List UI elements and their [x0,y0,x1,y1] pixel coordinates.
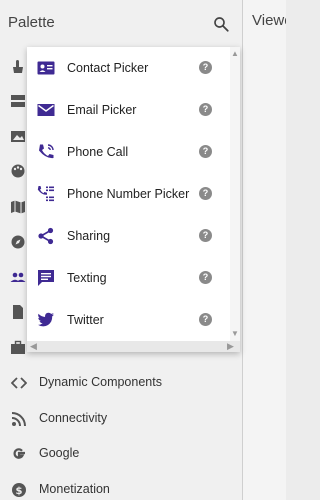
scroll-right-arrow[interactable]: ▶ [227,341,234,352]
category-label: Dynamic Components [39,375,162,389]
component-sharing[interactable]: Sharing ? [27,215,230,257]
category-google[interactable]: Google [0,438,242,470]
money-icon: $ [12,483,26,497]
rss-icon [11,412,26,427]
help-icon[interactable]: ? [199,313,212,326]
help-icon[interactable]: ? [199,61,212,74]
scroll-up-arrow[interactable]: ▲ [231,49,239,58]
category-dynamic-components[interactable]: Dynamic Components [0,367,242,399]
drawing-animation-icon[interactable] [10,163,26,179]
phone-call-icon [39,144,54,159]
texting-icon [38,270,54,286]
maps-icon[interactable] [10,199,26,215]
svg-text:$: $ [16,486,23,497]
component-label: Sharing [67,229,111,243]
category-label: Connectivity [39,411,108,425]
storage-icon[interactable] [10,304,26,320]
scroll-left-arrow[interactable]: ◀ [30,341,37,352]
scroll-down-arrow[interactable]: ▼ [231,329,239,338]
component-contact-picker[interactable]: Contact Picker ? [27,47,230,89]
viewer-pane: Viewer [243,0,286,500]
component-email-picker[interactable]: Email Picker ? [27,89,230,131]
contact-card-icon [37,61,55,75]
media-icon[interactable] [10,128,26,144]
layout-icon[interactable] [10,93,26,109]
briefcase-icon[interactable] [10,340,26,356]
palette-title: Palette [8,14,55,31]
component-label: Twitter [67,313,104,327]
social-icon[interactable] [10,269,26,285]
component-twitter[interactable]: Twitter ? [27,299,230,341]
component-texting[interactable]: Texting ? [27,257,230,299]
help-icon[interactable]: ? [199,145,212,158]
email-icon [37,104,55,116]
help-icon[interactable]: ? [199,103,212,116]
component-label: Phone Call [67,145,129,159]
help-icon[interactable]: ? [199,187,212,200]
palette-header: Palette [0,0,242,46]
component-label: Contact Picker [67,61,149,75]
viewer-title: Viewer [252,12,286,29]
category-monetization[interactable]: $ Monetization [0,474,242,500]
category-label: Monetization [39,482,110,496]
component-label: Email Picker [67,103,137,117]
phone-number-list-icon [37,186,54,202]
sensors-icon[interactable] [10,234,26,250]
code-brackets-icon [11,377,27,389]
vertical-scrollbar[interactable]: ▲ ▼ [230,47,240,341]
component-phone-call[interactable]: Phone Call ? [27,131,230,173]
share-icon [38,227,54,245]
component-list: Contact Picker ? Email Picker ? Phone Ca… [27,47,230,341]
help-icon[interactable]: ? [199,229,212,242]
component-label: Phone Number Picker [67,187,190,201]
category-connectivity[interactable]: Connectivity [0,403,242,435]
category-label: Google [39,446,80,460]
horizontal-scrollbar[interactable]: ◀ ▶ [27,341,240,352]
component-label: Texting [67,271,107,285]
social-component-drawer: Contact Picker ? Email Picker ? Phone Ca… [27,47,240,352]
help-icon[interactable]: ? [199,271,212,284]
google-icon [13,448,25,459]
component-phone-number-picker[interactable]: Phone Number Picker ? [27,173,230,215]
user-interface-icon[interactable] [10,58,26,74]
twitter-icon [37,312,54,327]
search-icon[interactable] [212,15,230,33]
